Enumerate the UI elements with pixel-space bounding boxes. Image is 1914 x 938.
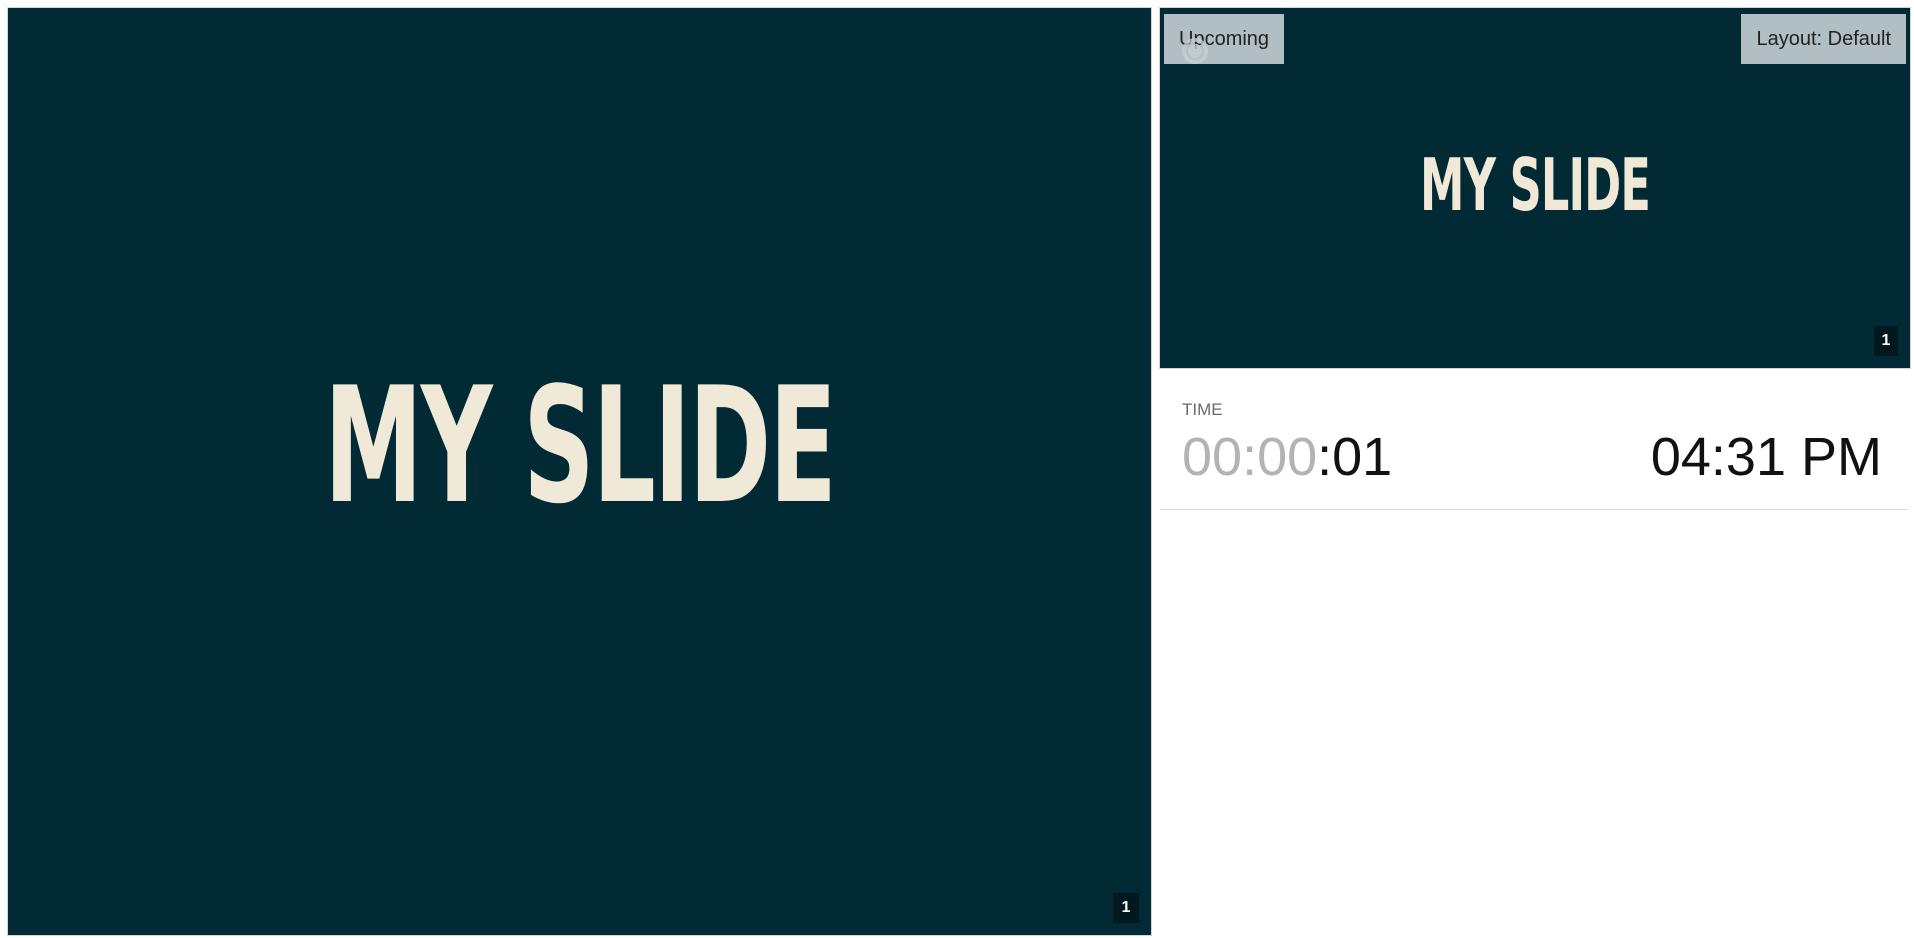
speaker-notes: [1160, 512, 1908, 932]
current-slide-title: MY SLIDE: [324, 352, 837, 539]
upcoming-slide-number: 1: [1874, 326, 1898, 356]
layout-selector-button[interactable]: Layout: Default: [1741, 14, 1906, 64]
clock: 04:31 PM: [1650, 427, 1882, 487]
time-label: TIME: [1182, 400, 1223, 419]
elapsed-timer-seconds: :01: [1317, 427, 1393, 487]
elapsed-timer[interactable]: 00:00:01: [1182, 422, 1392, 492]
current-slide-number: 1: [1113, 893, 1139, 923]
elapsed-timer-hours-minutes: 00:00: [1182, 427, 1318, 487]
time-panel: TIME 00:00:01 04:31 PM: [1160, 372, 1908, 510]
upcoming-slide-title: MY SLIDE: [1420, 143, 1651, 227]
current-slide: MY SLIDE 1: [8, 8, 1151, 935]
upcoming-label: Upcoming: [1164, 14, 1285, 64]
upcoming-slide: MY SLIDE 1 Upcoming Layout: Default: [1160, 8, 1910, 368]
speaker-view: MY SLIDE 1 MY SLIDE 1 Upcoming Layout: D…: [0, 0, 1914, 938]
gear-icon: [1182, 38, 1208, 64]
